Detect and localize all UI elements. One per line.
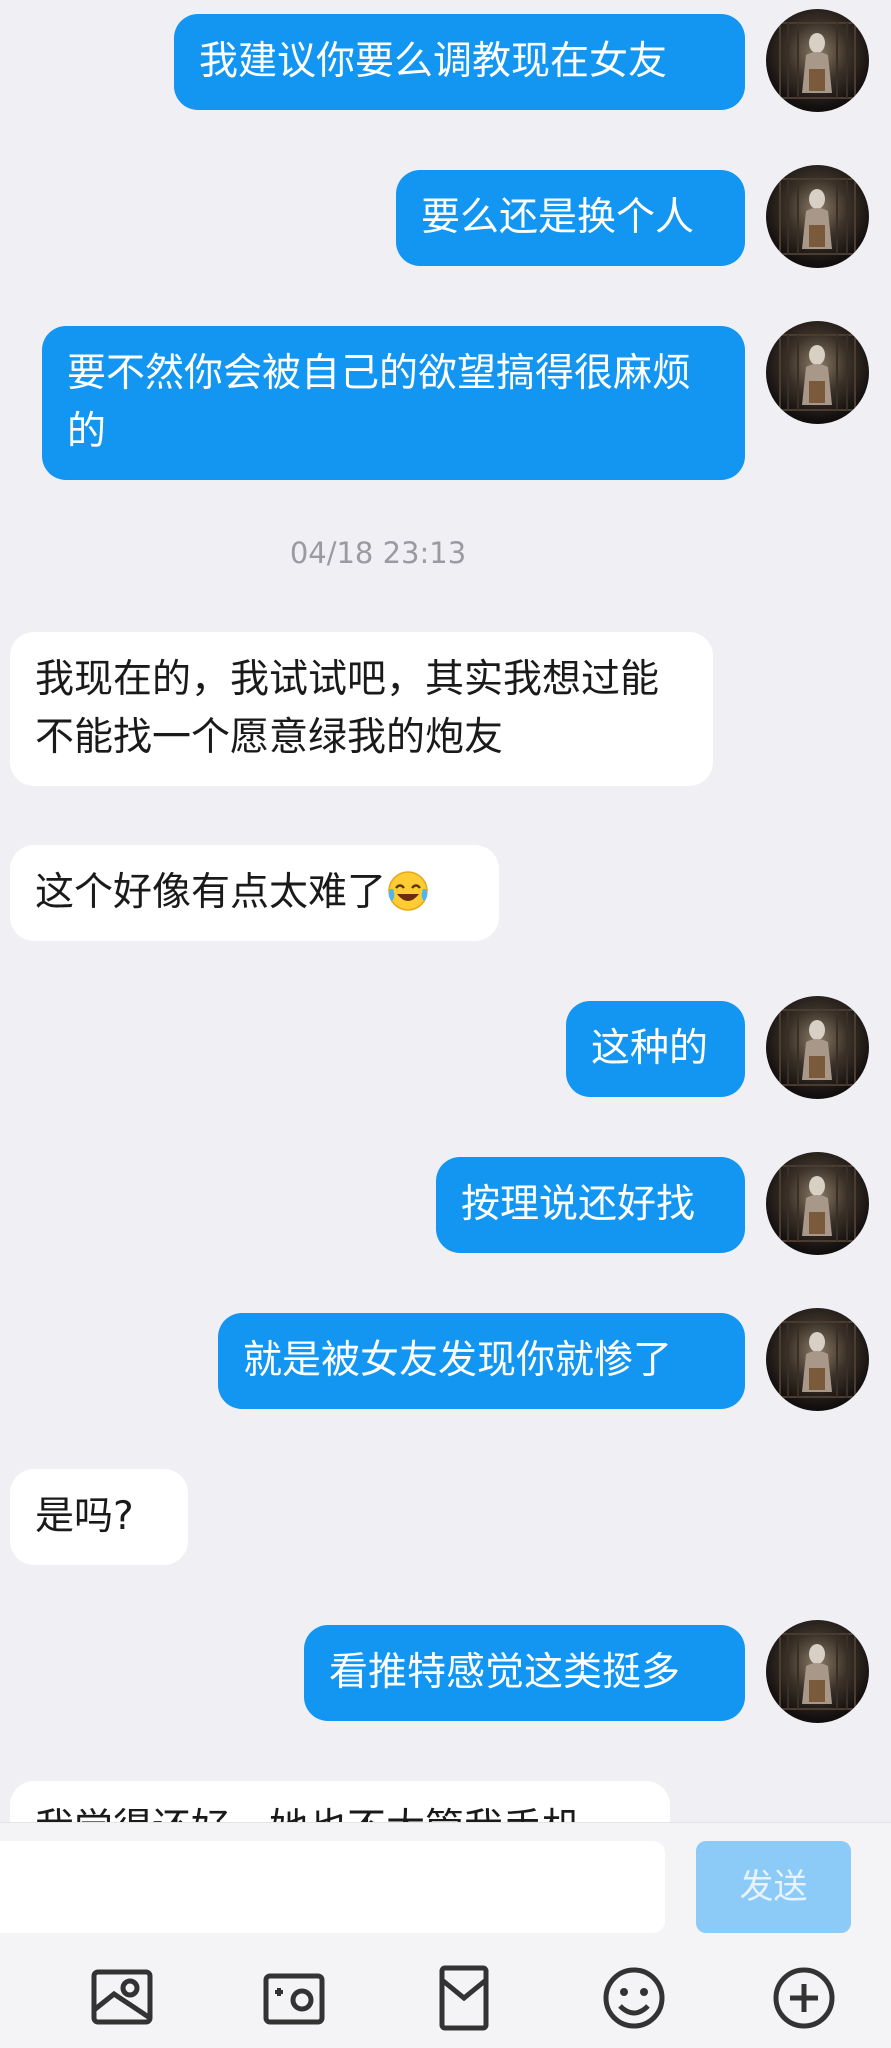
image-icon[interactable]	[86, 1962, 158, 2034]
outgoing-bubble[interactable]: 要么还是换个人	[396, 170, 745, 266]
avatar[interactable]	[766, 1308, 869, 1411]
emoji-icon[interactable]	[598, 1962, 670, 2034]
avatar[interactable]	[766, 321, 869, 424]
red-packet-icon[interactable]	[428, 1962, 500, 2034]
message-text: 这个好像有点太难了	[35, 870, 387, 915]
tears-of-joy-emoji-icon	[388, 871, 428, 911]
avatar[interactable]	[766, 9, 869, 112]
outgoing-bubble[interactable]: 这种的	[566, 1001, 745, 1097]
outgoing-bubble[interactable]: 我建议你要么调教现在女友	[174, 14, 745, 110]
incoming-bubble[interactable]: 我现在的，我试试吧，其实我想过能不能找一个愿意绿我的炮友	[10, 632, 713, 786]
camera-icon[interactable]	[258, 1962, 330, 2034]
plus-icon[interactable]	[768, 1962, 840, 2034]
incoming-bubble[interactable]: 这个好像有点太难了	[10, 845, 499, 941]
incoming-bubble[interactable]: 我觉得还好，她也不太管我手机	[10, 1781, 670, 1822]
avatar[interactable]	[766, 996, 869, 1099]
incoming-bubble[interactable]: 是吗?	[10, 1469, 188, 1565]
outgoing-bubble[interactable]: 按理说还好找	[436, 1157, 745, 1253]
avatar[interactable]	[766, 1152, 869, 1255]
outgoing-bubble[interactable]: 就是被女友发现你就惨了	[218, 1313, 745, 1409]
avatar[interactable]	[766, 165, 869, 268]
outgoing-bubble[interactable]: 看推特感觉这类挺多	[304, 1625, 745, 1721]
outgoing-bubble[interactable]: 要不然你会被自己的欲望搞得很麻烦的	[42, 326, 745, 480]
send-button[interactable]: 发送	[696, 1841, 851, 1933]
avatar[interactable]	[766, 1620, 869, 1723]
timestamp: 04/18 23:13	[289, 536, 467, 570]
chat-area[interactable]: 我建议你要么调教现在女友 要么还是换个人 要不然你会被自己的欲望搞得很麻烦的 0…	[0, 0, 891, 1822]
input-bar: 发送	[0, 1822, 891, 1953]
message-input[interactable]	[0, 1841, 665, 1933]
toolbar	[0, 1952, 891, 2048]
